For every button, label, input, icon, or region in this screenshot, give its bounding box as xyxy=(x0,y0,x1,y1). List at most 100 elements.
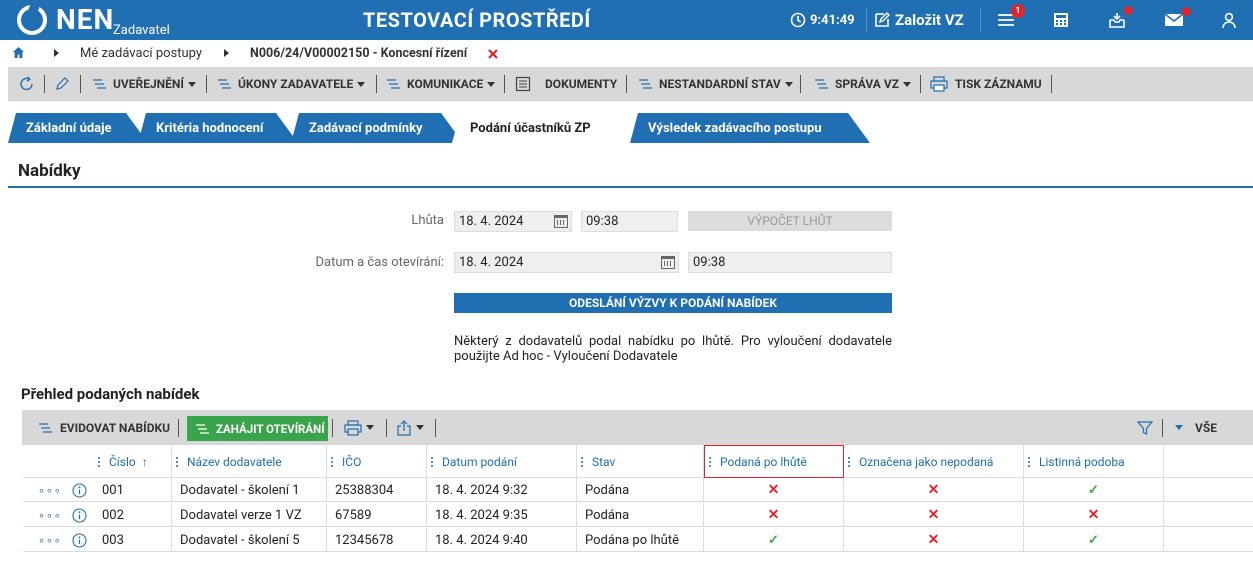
opening-date-field[interactable]: 18. 4. 2024 xyxy=(454,252,679,273)
column-menu-icon[interactable] xyxy=(1028,455,1031,469)
header-label: Označena jako nepodaná xyxy=(859,454,994,469)
cell-unsubmitted: ✕ xyxy=(844,503,1024,527)
chevron-down-icon xyxy=(1175,425,1183,430)
calendar-icon[interactable] xyxy=(661,256,675,269)
more-icon[interactable]: ∘∘∘ xyxy=(38,509,62,522)
check-icon: ✓ xyxy=(1088,482,1099,498)
header-number[interactable]: Číslo ↑ xyxy=(94,445,172,478)
nen-logo-icon[interactable] xyxy=(17,5,47,35)
messages-button[interactable] xyxy=(1164,0,1194,40)
toolbar-nonstandard-menu[interactable]: NESTANDARDNÍ STAV xyxy=(638,67,793,101)
clock-icon xyxy=(790,12,806,28)
toolbar-documents-button[interactable]: DOKUMENTY xyxy=(515,67,617,101)
more-icon[interactable]: ∘∘∘ xyxy=(38,534,62,547)
notification-badge: 1 xyxy=(1011,4,1025,18)
row-actions: ∘∘∘ xyxy=(23,478,94,502)
opening-label: Datum a čas otevírání: xyxy=(315,255,444,270)
toolbar-admin-menu[interactable]: SPRÁVA VZ xyxy=(814,67,911,101)
toolbar-communication-menu[interactable]: KOMUNIKACE xyxy=(386,67,496,101)
info-icon[interactable] xyxy=(72,532,87,548)
opening-date-value: 18. 4. 2024 xyxy=(459,255,524,270)
tab-submissions[interactable]: Podání účastníků ZP xyxy=(452,113,632,143)
table-row[interactable]: ∘∘∘ 002 Dodavatel verze 1 VZ 67589 18. 4. 20… xyxy=(23,503,1253,527)
tab-label: Kritéria hodnocení xyxy=(156,120,264,136)
chevron-down-icon xyxy=(357,81,366,87)
view-filter-dropdown[interactable]: VŠE xyxy=(1175,410,1217,445)
register-offer-button[interactable]: EVIDOVAT NABÍDKU xyxy=(38,410,170,445)
tab-basic-info[interactable]: Základní údaje xyxy=(8,113,148,143)
late-submission-note: Některý z dodavatelů podal nabídku po lh… xyxy=(454,334,892,364)
view-filter-label: VŠE xyxy=(1195,420,1217,435)
info-icon[interactable] xyxy=(72,507,87,523)
column-menu-icon[interactable] xyxy=(709,455,712,469)
deadline-time-field[interactable]: 09:38 xyxy=(581,211,678,232)
cross-icon: ✕ xyxy=(927,507,940,523)
header-supplier[interactable]: Název dodavatele xyxy=(172,445,327,478)
header-submit-date[interactable]: Datum podání xyxy=(427,445,577,478)
print-menu-button[interactable] xyxy=(344,410,374,445)
toolbar-label: NESTANDARDNÍ STAV xyxy=(659,77,781,91)
close-icon[interactable] xyxy=(488,49,498,59)
header-label: Datum podání xyxy=(442,454,517,469)
section-divider xyxy=(8,186,1253,188)
column-menu-icon[interactable] xyxy=(848,455,851,469)
calendar-icon[interactable] xyxy=(554,215,568,228)
start-opening-label: ZAHÁJIT OTEVÍRÁNÍ xyxy=(216,421,325,436)
cell-state: Podána xyxy=(577,478,704,502)
calc-deadlines-button[interactable]: VÝPOČET LHŮT xyxy=(688,211,892,231)
sort-ascending-icon[interactable]: ↑ xyxy=(142,455,148,469)
start-opening-button[interactable]: ZAHÁJIT OTEVÍRÁNÍ xyxy=(187,416,328,441)
calculator-button[interactable] xyxy=(1053,0,1069,40)
tab-procedure-result[interactable]: Výsledek zadávacího postupu xyxy=(630,113,870,143)
list-icon xyxy=(218,79,231,89)
toolbar-print-button[interactable]: TISK ZÁZNAMU xyxy=(930,67,1042,101)
create-vz-button[interactable]: Založit VZ xyxy=(873,0,964,40)
column-menu-icon[interactable] xyxy=(176,455,179,469)
home-icon[interactable] xyxy=(12,46,25,59)
header-late[interactable]: Podaná po lhůtě xyxy=(704,445,844,478)
header-ico[interactable]: IČO xyxy=(327,445,427,478)
send-invitation-button[interactable]: ODESLÁNÍ VÝZVY K PODÁNÍ NABÍDEK xyxy=(454,293,892,313)
refresh-button[interactable] xyxy=(18,67,36,101)
column-menu-icon[interactable] xyxy=(431,455,434,469)
inbox-button[interactable] xyxy=(1108,0,1138,40)
header-state[interactable]: Stav xyxy=(577,445,704,478)
list-icon xyxy=(387,79,400,89)
table-row[interactable]: ∘∘∘ 001 Dodavatel - školení 1 25388304 18. 4… xyxy=(23,478,1253,502)
refresh-icon xyxy=(20,76,33,91)
column-menu-icon[interactable] xyxy=(331,455,334,469)
cell-paper: ✓ xyxy=(1024,528,1164,552)
tab-tender-conditions[interactable]: Zadávací podmínky xyxy=(291,113,463,143)
chevron-down-icon xyxy=(487,81,496,87)
header-unsubmitted[interactable]: Označena jako nepodaná xyxy=(844,445,1024,478)
filter-button[interactable] xyxy=(1137,410,1153,445)
header-label: IČO xyxy=(342,454,362,469)
opening-time-value: 09:38 xyxy=(693,255,726,270)
calculator-icon xyxy=(1054,13,1068,27)
toolbar-publishing-menu[interactable]: UVEŘEJNĚNÍ xyxy=(92,67,196,101)
info-icon[interactable] xyxy=(72,482,87,498)
toolbar-actions-menu[interactable]: ÚKONY ZADAVATELE xyxy=(217,67,366,101)
cell-late: ✕ xyxy=(704,478,844,502)
table-row[interactable]: ∘∘∘ 003 Dodavatel - školení 5 12345678 18. 4… xyxy=(23,528,1253,552)
deadline-date-field[interactable]: 18. 4. 2024 xyxy=(454,211,572,232)
edit-button[interactable] xyxy=(54,67,70,101)
user-button[interactable] xyxy=(1221,0,1237,40)
more-icon[interactable]: ∘∘∘ xyxy=(38,484,62,497)
row-actions: ∘∘∘ xyxy=(23,503,94,527)
register-offer-label: EVIDOVAT NABÍDKU xyxy=(60,420,171,435)
export-menu-button[interactable] xyxy=(396,410,424,445)
opening-time-field[interactable]: 09:38 xyxy=(688,252,892,273)
column-menu-icon[interactable] xyxy=(581,455,584,469)
cell-paper: ✕ xyxy=(1024,503,1164,527)
logo-text: NEN xyxy=(56,3,115,36)
menu-button[interactable]: 1 xyxy=(997,0,1027,40)
cell-ico: 67589 xyxy=(327,503,427,527)
tab-evaluation-criteria[interactable]: Kritéria hodnocení xyxy=(138,113,298,143)
pencil-icon xyxy=(56,77,69,90)
header-paper[interactable]: Listinná podoba xyxy=(1024,445,1164,478)
cell-unsubmitted: ✕ xyxy=(844,528,1024,552)
column-menu-icon[interactable] xyxy=(98,455,101,469)
breadcrumb-item-procedures[interactable]: Mé zadávací postupy xyxy=(80,46,202,61)
tab-label: Základní údaje xyxy=(26,120,112,136)
